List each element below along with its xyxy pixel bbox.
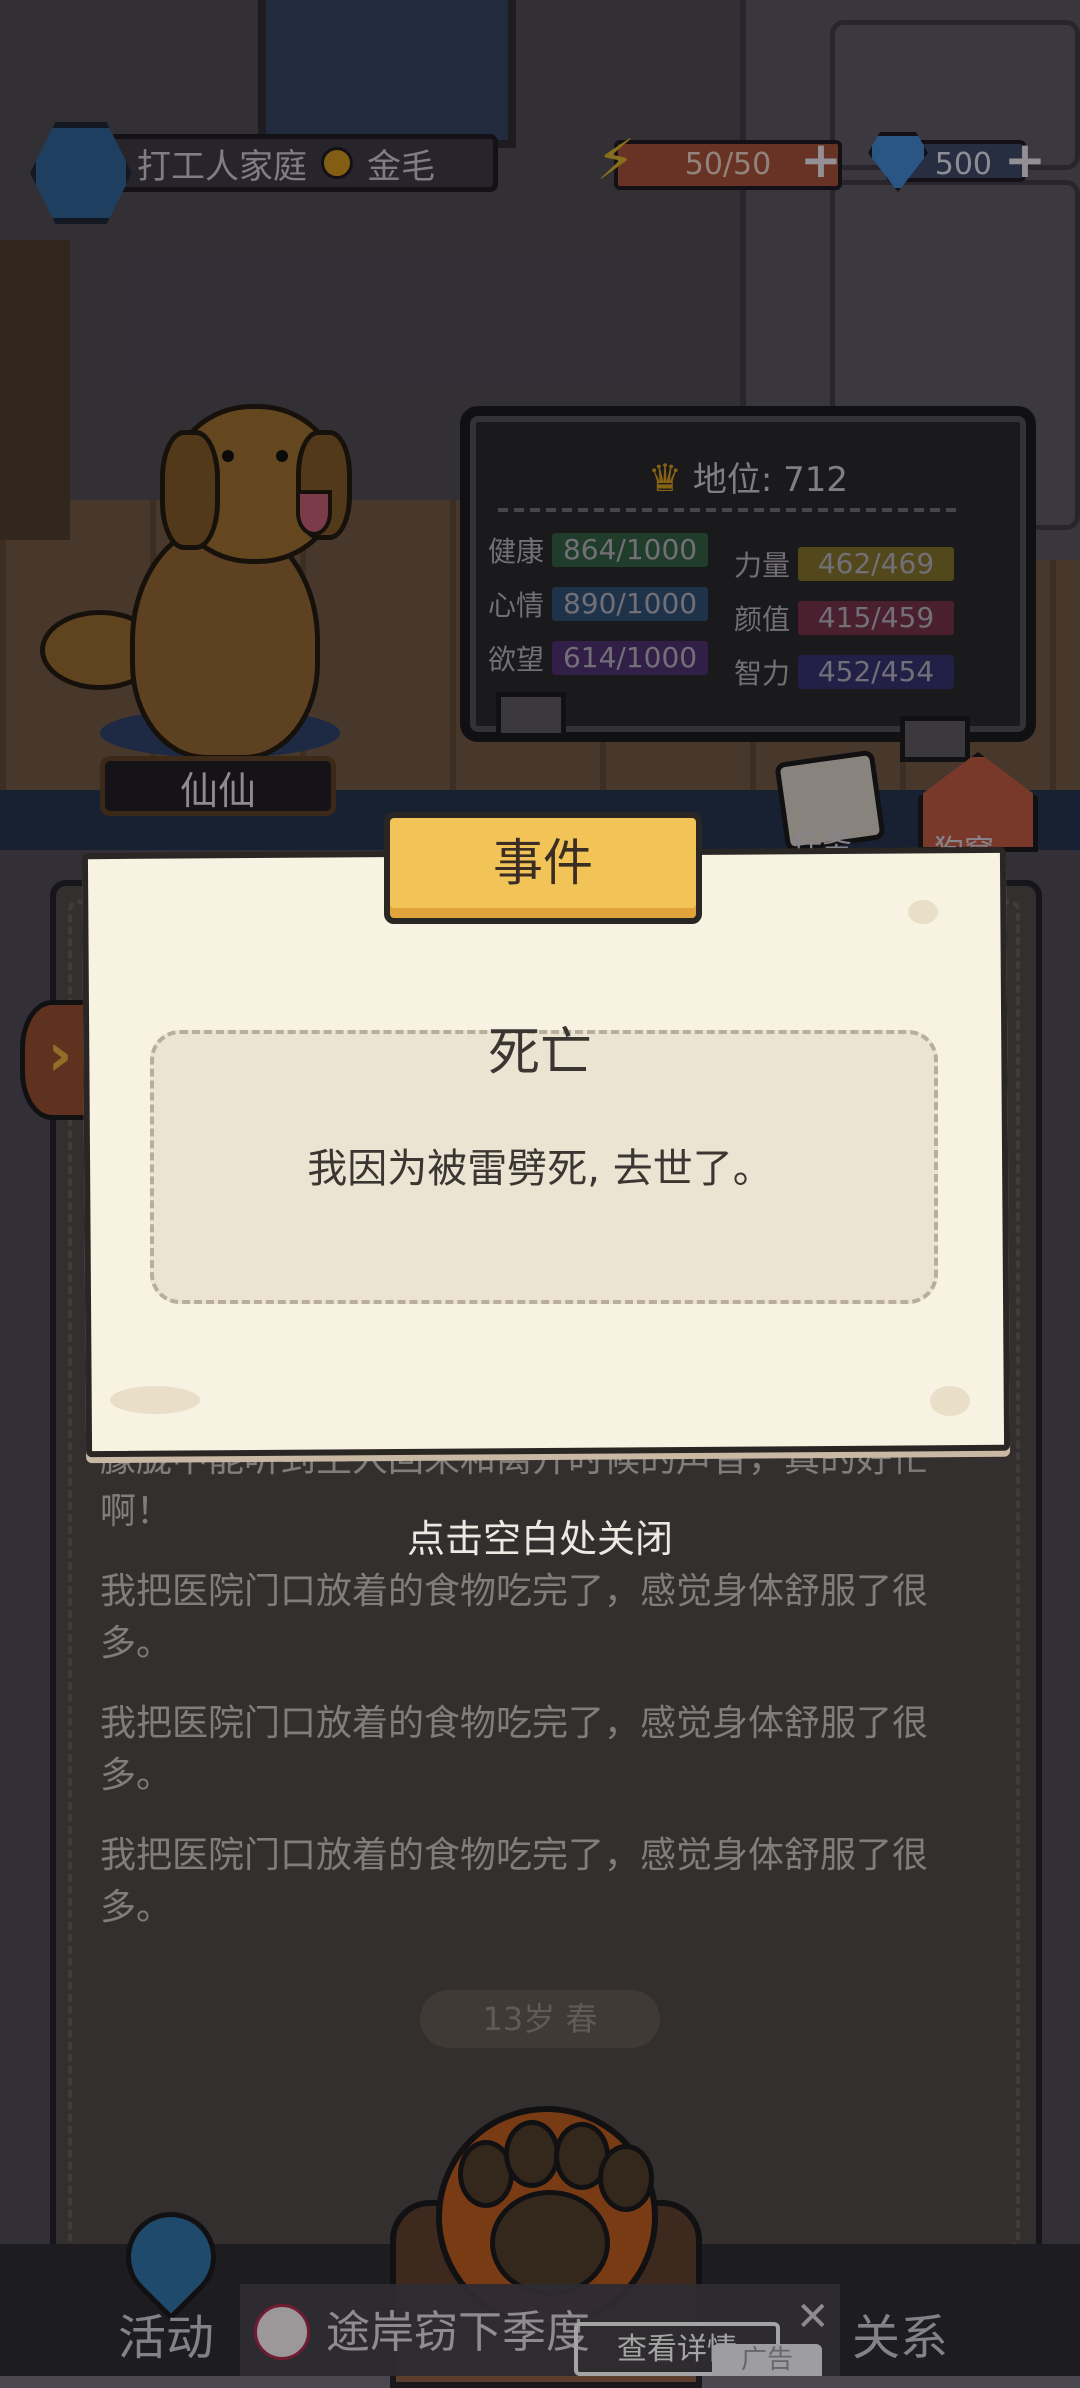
dialog-heading: 死亡 — [487, 1023, 592, 1083]
dialog-message: 我因为被雷劈死, 去世了。 — [307, 1146, 773, 1192]
dialog-tab-title: 事件 — [384, 812, 702, 924]
dialog-decoration — [110, 1386, 200, 1414]
close-hint[interactable]: 点击空白处关闭 — [0, 1508, 1080, 1563]
dialog-decoration — [908, 900, 938, 924]
dialog-decoration — [930, 1386, 970, 1416]
